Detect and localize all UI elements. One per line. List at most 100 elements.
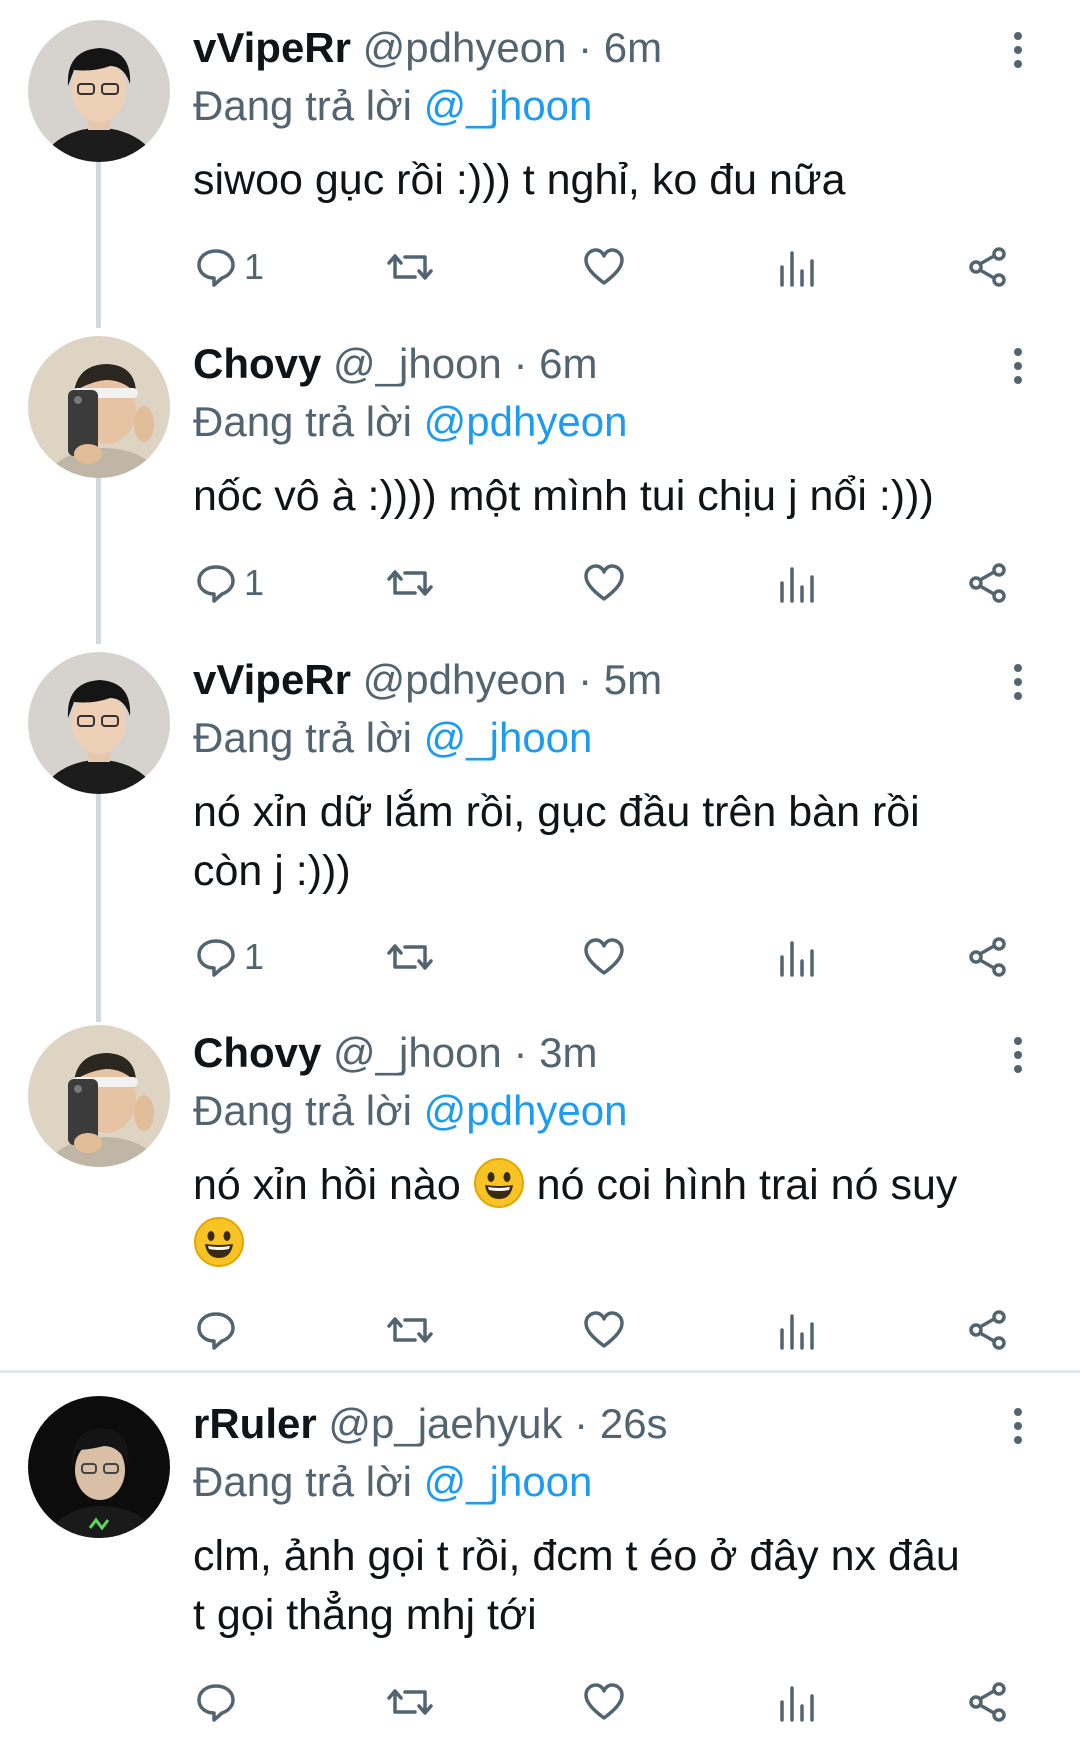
tweet-header: Chovy @_jhoon · 6m xyxy=(193,338,598,390)
share-icon xyxy=(969,1310,1006,1350)
thread-line xyxy=(96,792,101,1022)
views-button[interactable] xyxy=(777,1674,817,1730)
display-name[interactable]: rRuler xyxy=(193,1400,317,1447)
reply-button[interactable]: 1 xyxy=(194,555,264,611)
views-button[interactable] xyxy=(777,1302,817,1358)
user-handle[interactable]: @p_jaehyuk xyxy=(328,1400,562,1447)
like-button[interactable] xyxy=(582,929,626,985)
user-handle[interactable]: @_jhoon xyxy=(333,340,502,387)
retweet-button[interactable] xyxy=(385,239,435,295)
replying-to-label: Đang trả lời xyxy=(193,1458,412,1505)
reply-count: 1 xyxy=(244,936,265,977)
retweet-icon xyxy=(387,254,433,280)
heart-icon xyxy=(584,564,624,601)
tweet-text-line: t gọi thẳng mhj tới xyxy=(193,1591,537,1639)
tweet-actions xyxy=(0,1674,1080,1730)
share-button[interactable] xyxy=(966,239,1010,295)
share-button[interactable] xyxy=(966,929,1010,985)
share-button[interactable] xyxy=(966,1302,1010,1358)
mention-link[interactable]: @pdhyeon xyxy=(424,398,628,445)
reply-icon xyxy=(197,1684,235,1722)
reply-icon xyxy=(197,565,235,603)
tweet-text-line: còn j :))) xyxy=(193,847,351,895)
user-handle[interactable]: @pdhyeon xyxy=(363,656,567,703)
reply-button[interactable] xyxy=(194,1302,238,1358)
views-button[interactable] xyxy=(777,239,817,295)
timestamp[interactable]: 3m xyxy=(539,1029,597,1076)
timestamp[interactable]: 6m xyxy=(539,340,597,387)
timestamp[interactable]: 5m xyxy=(604,656,662,703)
user-handle[interactable]: @_jhoon xyxy=(333,1029,502,1076)
more-vertical-icon[interactable] xyxy=(1002,1033,1034,1077)
separator-dot: · xyxy=(574,1400,589,1447)
more-vertical-icon[interactable] xyxy=(1002,28,1034,72)
tweet-text-line: nó xỉn dữ lắm rồi, gục đầu trên bàn rồi xyxy=(193,788,920,836)
avatar-vviperr[interactable] xyxy=(28,652,170,794)
more-vertical-icon[interactable] xyxy=(1002,660,1034,704)
like-button[interactable] xyxy=(582,555,626,611)
avatar-vviperr[interactable] xyxy=(28,20,170,162)
share-button[interactable] xyxy=(966,1674,1010,1730)
heart-icon xyxy=(584,1683,624,1720)
display-name[interactable]: Chovy xyxy=(193,1029,321,1076)
replying-to: Đang trả lời @_jhoon xyxy=(193,80,592,132)
avatar-rruler[interactable] xyxy=(28,1396,170,1538)
mention-link[interactable]: @_jhoon xyxy=(424,1458,593,1505)
timestamp[interactable]: 26s xyxy=(600,1400,668,1447)
reply-button[interactable]: 1 xyxy=(194,239,264,295)
share-button[interactable] xyxy=(966,555,1010,611)
tweet-text: nó xỉn dữ lắm rồi, gục đầu trên bàn rồi … xyxy=(193,783,1053,901)
tweet-text: nốc vô à :)))) một mình tui chịu j nổi :… xyxy=(193,467,1053,526)
display-name[interactable]: vVipeRr xyxy=(193,24,351,71)
more-vertical-icon[interactable] xyxy=(1002,344,1034,388)
replying-to: Đang trả lời @pdhyeon xyxy=(193,1085,627,1137)
reply-count: 1 xyxy=(244,246,265,287)
avatar-chovy[interactable] xyxy=(28,336,170,478)
avatar-chovy[interactable] xyxy=(28,1025,170,1167)
retweet-button[interactable] xyxy=(385,1302,435,1358)
like-button[interactable] xyxy=(582,1674,626,1730)
mention-link[interactable]: @_jhoon xyxy=(424,82,593,129)
like-button[interactable] xyxy=(582,239,626,295)
display-name[interactable]: Chovy xyxy=(193,340,321,387)
views-button[interactable] xyxy=(777,555,817,611)
tweet-text-line: nốc vô à :)))) một mình tui chịu j nổi :… xyxy=(193,472,934,520)
replying-to-label: Đang trả lời xyxy=(193,714,412,761)
tweet-divider xyxy=(0,1370,1080,1373)
retweet-icon xyxy=(387,1317,433,1343)
replying-to-label: Đang trả lời xyxy=(193,1087,412,1134)
tweet-actions: 1 xyxy=(0,239,1080,295)
tweet-header: vVipeRr @pdhyeon · 6m xyxy=(193,22,662,74)
mention-link[interactable]: @pdhyeon xyxy=(424,1087,628,1134)
share-icon xyxy=(969,563,1006,603)
views-icon xyxy=(780,251,814,287)
retweet-button[interactable] xyxy=(385,929,435,985)
tweet-actions xyxy=(0,1302,1080,1358)
display-name[interactable]: vVipeRr xyxy=(193,656,351,703)
views-button[interactable] xyxy=(777,929,817,985)
tweet-text-line: clm, ảnh gọi t rồi, đcm t éo ở đây nx đâ… xyxy=(193,1532,960,1580)
replying-to: Đang trả lời @_jhoon xyxy=(193,1456,592,1508)
user-handle[interactable]: @pdhyeon xyxy=(363,24,567,71)
share-icon xyxy=(969,247,1006,287)
views-icon xyxy=(780,567,814,603)
grinning-face-emoji xyxy=(473,1158,524,1208)
mention-link[interactable]: @_jhoon xyxy=(424,714,593,761)
replying-to: Đang trả lời @_jhoon xyxy=(193,712,592,764)
retweet-button[interactable] xyxy=(385,555,435,611)
like-button[interactable] xyxy=(582,1302,626,1358)
reply-button[interactable] xyxy=(194,1674,238,1730)
heart-icon xyxy=(584,938,624,975)
reply-count: 1 xyxy=(244,562,265,603)
tweet-actions: 1 xyxy=(0,929,1080,985)
tweet-header: rRuler @p_jaehyuk · 26s xyxy=(193,1398,668,1450)
reply-button[interactable]: 1 xyxy=(194,929,264,985)
timestamp[interactable]: 6m xyxy=(604,24,662,71)
views-icon xyxy=(780,1686,814,1722)
tweet-actions: 1 xyxy=(0,555,1080,611)
retweet-icon xyxy=(387,944,433,970)
retweet-icon xyxy=(387,1689,433,1715)
more-vertical-icon[interactable] xyxy=(1002,1404,1034,1448)
retweet-button[interactable] xyxy=(385,1674,435,1730)
views-icon xyxy=(780,941,814,977)
